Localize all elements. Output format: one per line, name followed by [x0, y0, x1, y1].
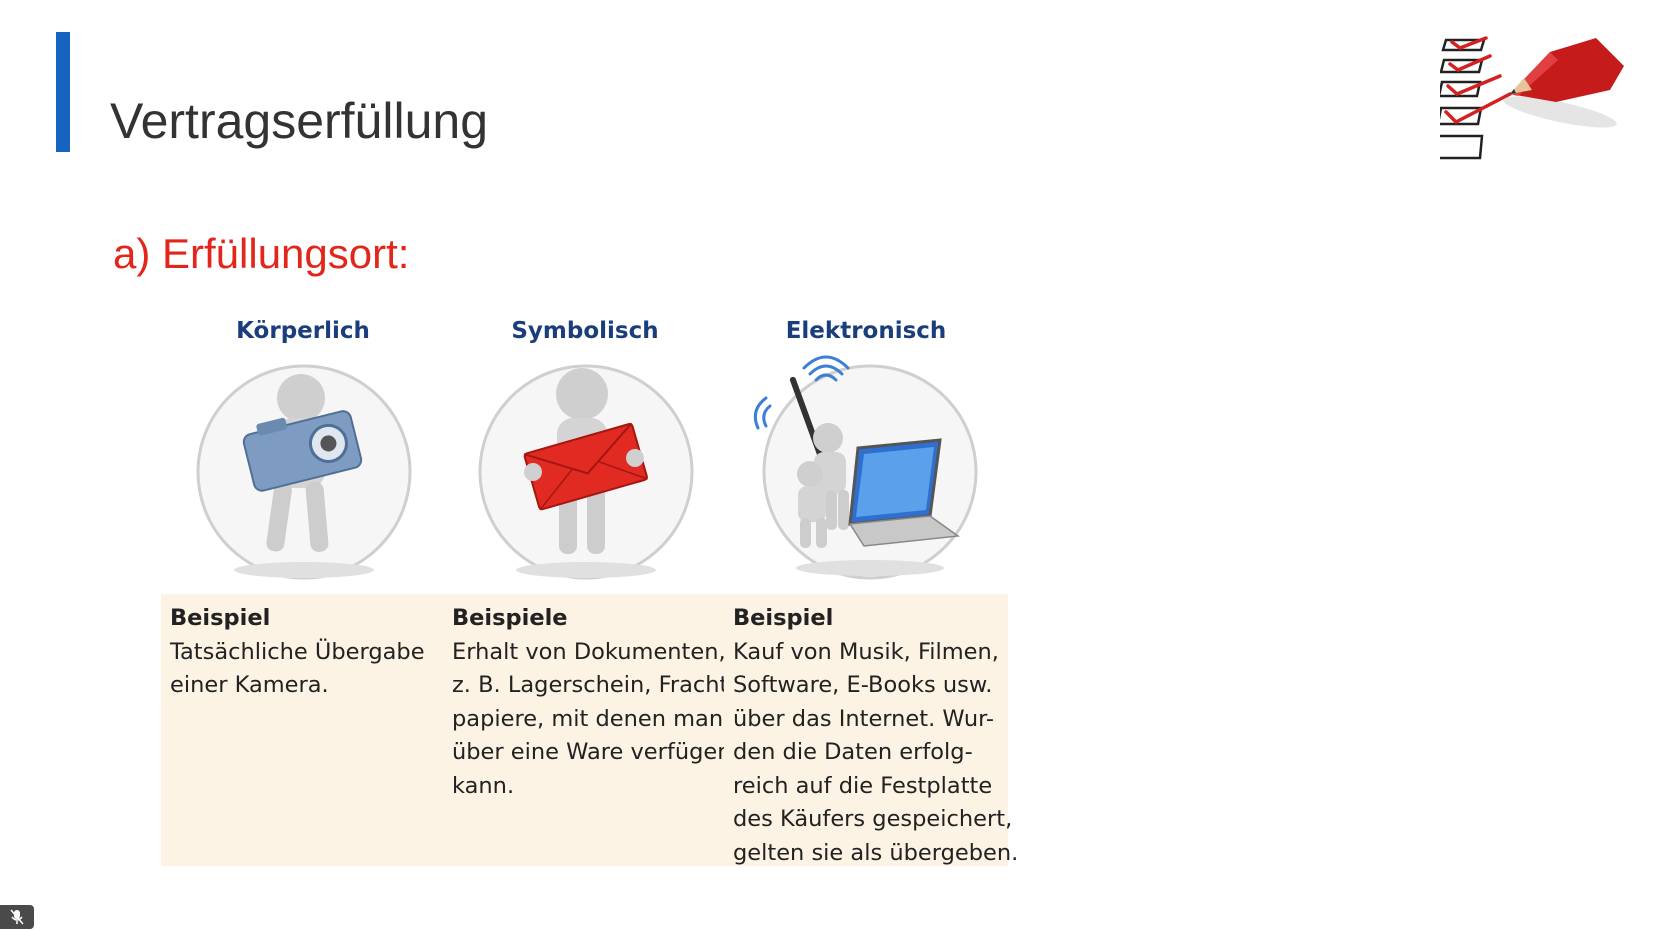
box-line: z. B. Lagerschein, Fracht-: [452, 672, 737, 698]
example-box: Beispiel Tatsächliche Übergabe einer Kam…: [161, 594, 445, 866]
box-line: über eine Ware verfügen: [452, 739, 732, 765]
box-line: Tatsächliche Übergabe: [170, 638, 425, 665]
column-title: Körperlich: [236, 318, 370, 344]
column-title: Elektronisch: [785, 318, 947, 344]
box-line: kann.: [452, 772, 515, 799]
box-line: papiere, mit denen man: [452, 705, 724, 732]
example-box: Beispiele Erhalt von Dokumenten, z. B. L…: [443, 594, 737, 866]
box-line: Erhalt von Dokumenten,: [452, 638, 726, 665]
example-box: Beispiel Kauf von Musik, Filmen, Softwar…: [724, 594, 1018, 866]
box-line: Software, E-Books usw.: [733, 672, 993, 698]
box-line: über das Internet. Wur-: [733, 705, 995, 732]
microphone-muted-icon[interactable]: [0, 905, 34, 929]
box-line: des Käufers gespeichert,: [733, 806, 1013, 832]
box-line: einer Kamera.: [170, 672, 329, 698]
box-heading: Beispiele: [452, 605, 568, 631]
box-line: den die Daten erfolg-: [733, 739, 973, 765]
title-accent-bar: [56, 32, 70, 152]
person-with-envelope-icon: [478, 364, 694, 580]
person-with-antenna-and-laptop-icon: [753, 355, 978, 580]
box-line: gelten sie als übergeben.: [733, 839, 1019, 866]
column-title: Symbolisch: [511, 318, 659, 344]
box-heading: Beispiel: [733, 605, 834, 631]
checklist-pencil-icon: [1440, 36, 1624, 160]
slide-title: Vertragserfüllung: [110, 93, 489, 149]
box-heading: Beispiel: [170, 605, 271, 631]
section-subtitle: a) Erfüllungsort:: [113, 230, 410, 277]
person-with-camera-icon: [196, 364, 412, 580]
box-line: reich auf die Festplatte: [733, 772, 993, 799]
box-line: Kauf von Musik, Filmen,: [733, 638, 999, 665]
